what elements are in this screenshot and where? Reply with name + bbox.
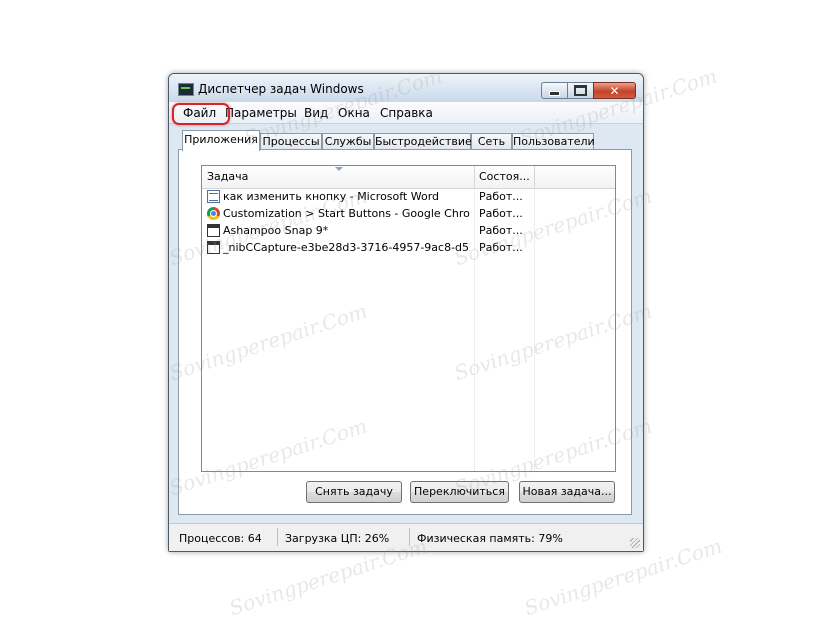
window-title: Диспетчер задач Windows	[198, 82, 364, 96]
status-divider	[409, 528, 410, 546]
menu-options[interactable]: Параметры	[225, 106, 297, 120]
minimize-icon	[549, 91, 560, 96]
column-divider[interactable]	[534, 166, 535, 188]
task-name: Customization > Start Buttons - Google C…	[223, 207, 470, 220]
table-row[interactable]: как изменить кнопку - Microsoft Word Раб…	[202, 189, 615, 206]
file-menu-highlight	[172, 103, 230, 125]
tab-processes[interactable]: Процессы	[260, 133, 322, 150]
task-manager-window: Диспетчер задач Windows ✕ Файл Параметры…	[168, 73, 644, 552]
column-status-header[interactable]: Состоя...	[474, 166, 534, 188]
task-name: _nibCCapture-e3be28d3-3716-4957-9ac8-d52…	[223, 241, 470, 254]
task-rows: как изменить кнопку - Microsoft Word Раб…	[202, 189, 615, 257]
applications-panel: Задача Состоя... как изменить кнопку - M…	[178, 149, 632, 515]
status-bar: Процессов: 64 Загрузка ЦП: 26% Физическа…	[169, 523, 643, 551]
status-processes: Процессов: 64	[179, 532, 262, 545]
task-name: Ashampoo Snap 9*	[223, 224, 329, 237]
switch-to-button[interactable]: Переключиться	[410, 481, 509, 503]
table-row[interactable]: _nibCCapture-e3be28d3-3716-4957-9ac8-d52…	[202, 240, 615, 257]
sort-arrow-icon	[335, 167, 343, 171]
task-manager-icon	[178, 83, 194, 96]
minimize-button[interactable]	[541, 82, 567, 99]
table-row[interactable]: Customization > Start Buttons - Google C…	[202, 206, 615, 223]
tab-applications[interactable]: Приложения	[182, 130, 260, 151]
task-status: Работ...	[479, 207, 523, 220]
title-bar[interactable]: Диспетчер задач Windows ✕	[169, 74, 643, 102]
window-icon	[207, 224, 220, 237]
status-cpu: Загрузка ЦП: 26%	[285, 532, 390, 545]
screenshot-page: Диспетчер задач Windows ✕ Файл Параметры…	[0, 0, 820, 626]
menu-view[interactable]: Вид	[304, 106, 328, 120]
menu-bar: Файл Параметры Вид Окна Справка	[169, 102, 643, 124]
task-status: Работ...	[479, 241, 523, 254]
caption-buttons: ✕	[541, 82, 636, 99]
close-icon: ✕	[609, 83, 620, 98]
tab-network[interactable]: Сеть	[471, 133, 512, 150]
maximize-icon	[574, 85, 587, 96]
task-status: Работ...	[479, 190, 523, 203]
task-list[interactable]: Задача Состоя... как изменить кнопку - M…	[201, 165, 616, 472]
tab-users[interactable]: Пользователи	[512, 133, 595, 150]
table-row[interactable]: Ashampoo Snap 9* Работ...	[202, 223, 615, 240]
chrome-icon	[207, 207, 220, 220]
new-task-button[interactable]: Новая задача...	[519, 481, 615, 503]
close-button[interactable]: ✕	[593, 82, 636, 99]
task-name: как изменить кнопку - Microsoft Word	[223, 190, 440, 203]
menu-help[interactable]: Справка	[380, 106, 433, 120]
status-divider	[277, 528, 278, 546]
tab-services[interactable]: Службы	[322, 133, 374, 150]
status-memory: Физическая память: 79%	[417, 532, 563, 545]
maximize-button[interactable]	[567, 82, 593, 99]
list-header: Задача Состоя...	[202, 166, 615, 189]
task-status: Работ...	[479, 224, 523, 237]
end-task-button[interactable]: Снять задачу	[306, 481, 402, 503]
resize-grip-icon[interactable]	[630, 538, 640, 548]
menu-windows[interactable]: Окна	[338, 106, 370, 120]
window-icon	[207, 241, 220, 254]
word-document-icon	[207, 190, 220, 203]
tab-performance[interactable]: Быстродействие	[374, 133, 472, 150]
